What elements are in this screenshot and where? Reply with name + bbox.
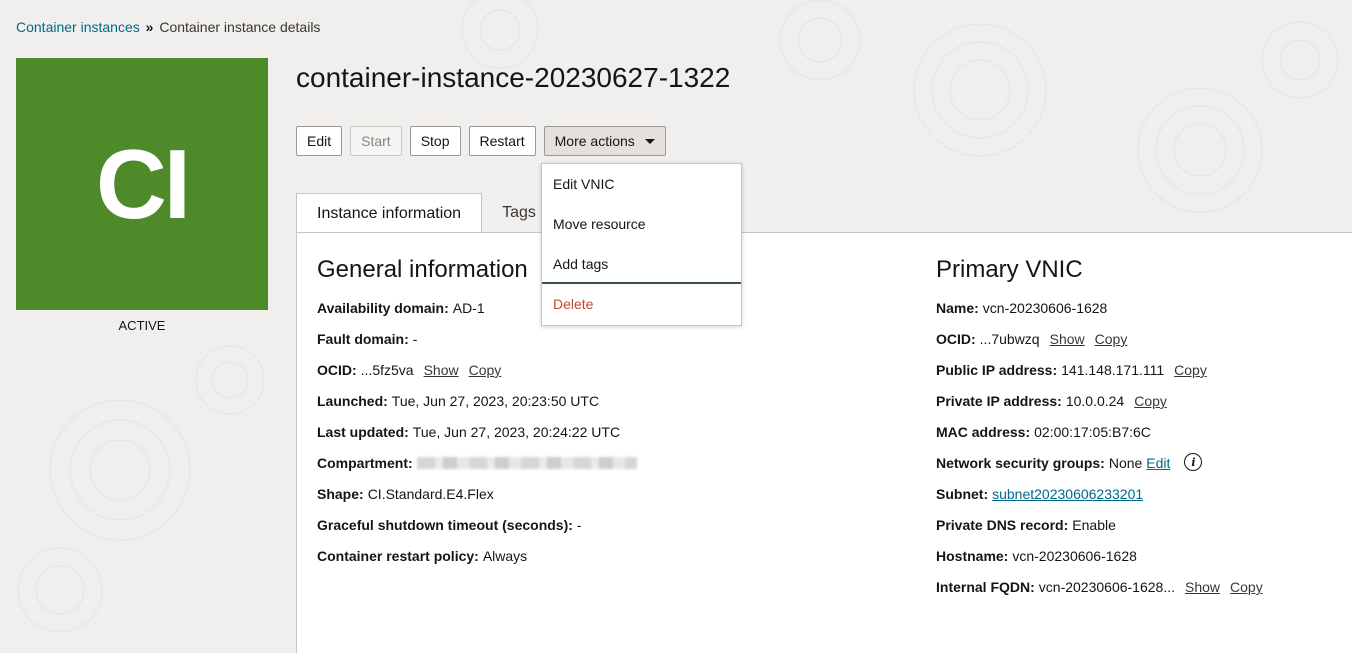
- tab-instance-information[interactable]: Instance information: [296, 193, 483, 233]
- primary-vnic-section: Primary VNIC Name: vcn-20230606-1628 OCI…: [936, 258, 1263, 610]
- fqdn-show-link[interactable]: Show: [1185, 579, 1220, 595]
- info-icon[interactable]: i: [1184, 453, 1203, 471]
- public-ip-row: Public IP address: 141.148.171.111 Copy: [936, 362, 1207, 378]
- resource-badge: CI: [16, 58, 268, 310]
- fault-domain-row: Fault domain: -: [317, 331, 418, 347]
- vnic-ocid-row: OCID: ...7ubwzq Show Copy: [936, 331, 1128, 347]
- restart-button[interactable]: Restart: [468, 126, 536, 156]
- private-ip-row: Private IP address: 10.0.0.24 Copy: [936, 393, 1167, 409]
- mac-address-row: MAC address: 02:00:17:05:B7:6C: [936, 424, 1151, 440]
- fqdn-copy-link[interactable]: Copy: [1230, 579, 1263, 595]
- breadcrumb-current: Container instance details: [159, 19, 321, 35]
- last-updated-row: Last updated: Tue, Jun 27, 2023, 20:24:2…: [317, 424, 621, 440]
- menu-item-move-resource[interactable]: Move resource: [542, 204, 741, 244]
- status-badge: ACTIVE: [118, 318, 166, 333]
- breadcrumb-separator: »: [145, 19, 154, 35]
- fqdn-row: Internal FQDN: vcn-20230606-1628... Show…: [936, 579, 1263, 595]
- compartment-redacted-value: [416, 457, 637, 469]
- start-button[interactable]: Start: [350, 126, 402, 156]
- breadcrumb-link-container-instances[interactable]: Container instances: [16, 19, 140, 35]
- launched-row: Launched: Tue, Jun 27, 2023, 20:23:50 UT…: [317, 393, 600, 409]
- menu-item-edit-vnic[interactable]: Edit VNIC: [542, 164, 741, 204]
- vnic-ocid-show-link[interactable]: Show: [1050, 331, 1085, 347]
- page-title: container-instance-20230627-1322: [296, 62, 731, 93]
- more-actions-label: More actions: [554, 133, 635, 149]
- menu-item-delete[interactable]: Delete: [542, 284, 741, 324]
- caret-down-icon: [644, 138, 655, 144]
- badge-initials: CI: [96, 128, 191, 239]
- dns-record-row: Private DNS record: Enable: [936, 517, 1116, 533]
- stop-button[interactable]: Stop: [409, 126, 461, 156]
- compartment-row: Compartment:: [317, 455, 637, 486]
- menu-item-add-tags[interactable]: Add tags: [542, 244, 741, 284]
- breadcrumb: Container instances » Container instance…: [16, 19, 320, 35]
- nsg-edit-link[interactable]: Edit: [1146, 455, 1170, 471]
- vnic-name-row: Name: vcn-20230606-1628: [936, 300, 1108, 316]
- ocid-copy-link[interactable]: Copy: [469, 362, 502, 378]
- hostname-row: Hostname: vcn-20230606-1628: [936, 548, 1137, 564]
- vnic-ocid-copy-link[interactable]: Copy: [1095, 331, 1128, 347]
- tab-bar: Instance information Tags: [296, 193, 556, 233]
- shape-row: Shape: CI.Standard.E4.Flex: [317, 486, 494, 502]
- edit-button[interactable]: Edit: [296, 126, 343, 156]
- nsg-row: Network security groups: None Edit i: [936, 453, 1263, 486]
- ocid-show-link[interactable]: Show: [424, 362, 459, 378]
- subnet-row: Subnet: subnet20230606233201: [936, 486, 1144, 502]
- private-ip-copy-link[interactable]: Copy: [1134, 393, 1167, 409]
- public-ip-copy-link[interactable]: Copy: [1174, 362, 1207, 378]
- more-actions-menu: Edit VNIC Move resource Add tags Delete: [541, 163, 742, 326]
- more-actions-button[interactable]: More actions: [543, 126, 666, 156]
- graceful-shutdown-row: Graceful shutdown timeout (seconds): -: [317, 517, 582, 533]
- subnet-link[interactable]: subnet20230606233201: [992, 486, 1143, 502]
- action-toolbar: Edit Start Stop Restart More actions: [296, 126, 666, 156]
- ocid-row: OCID: ...5fz5va Show Copy: [317, 362, 502, 378]
- primary-vnic-title: Primary VNIC: [936, 256, 1083, 283]
- restart-policy-row: Container restart policy: Always: [317, 548, 528, 564]
